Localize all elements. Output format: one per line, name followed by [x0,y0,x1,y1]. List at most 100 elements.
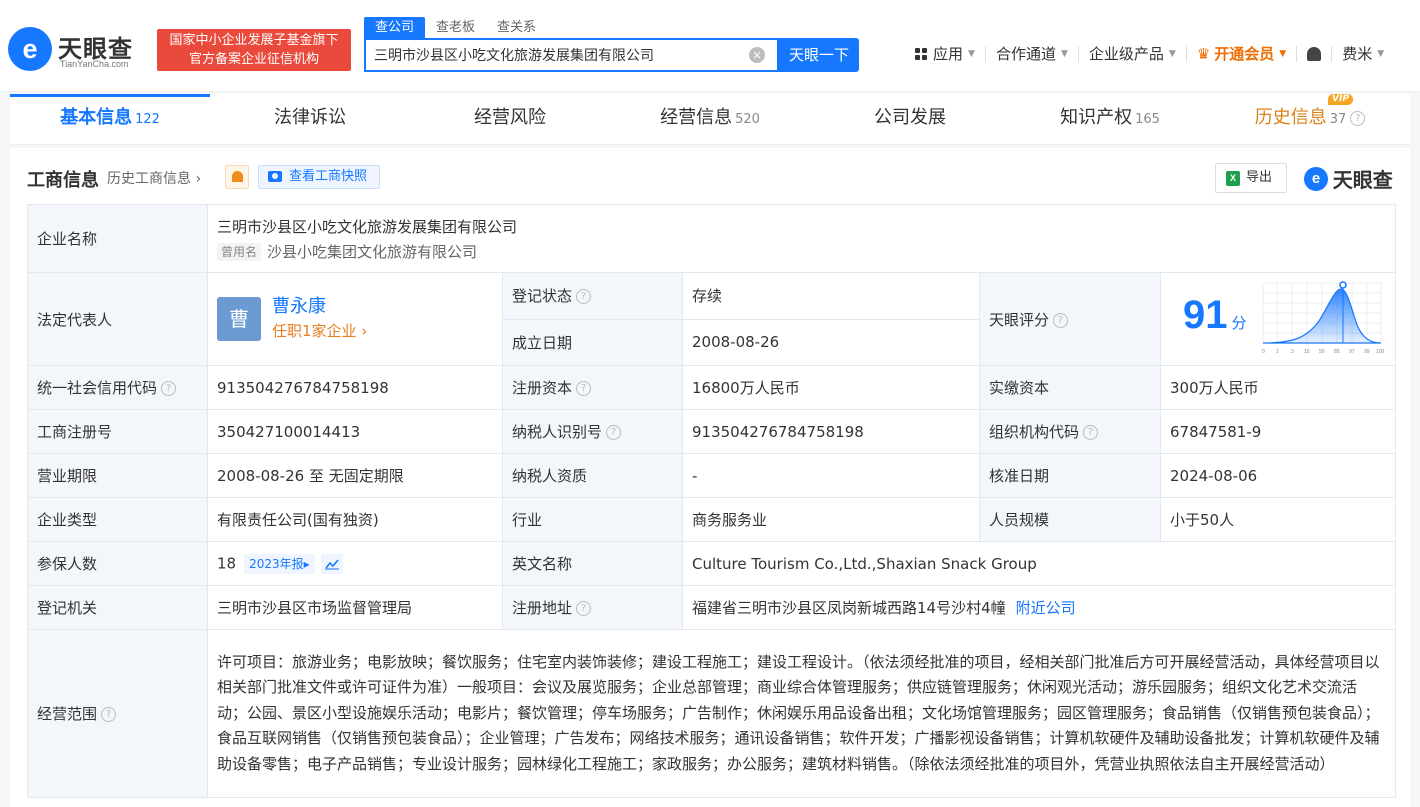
nav-apps-label: 应用 [933,45,964,63]
crown-icon: ♛ [1196,45,1211,63]
trend-chart-icon[interactable] [320,553,343,574]
table-row: 企业名称 三明市沙县区小吃文化旅游发展集团有限公司 曾用名 沙县小吃集团文化旅游有… [27,204,1397,273]
tab-count: 37 [1329,112,1347,127]
label-scope: 经营范围? [27,629,208,798]
search-box: × [364,38,779,72]
help-icon[interactable]: ? [101,707,117,722]
table-row: 工商注册号 350427100014413 纳税人识别号? 9135042767… [27,409,1397,454]
label-english: 英文名称 [502,541,683,586]
tab-risk[interactable]: 经营风险 [410,94,610,144]
value-company-name: 三明市沙县区小吃文化旅游发展集团有限公司 曾用名 沙县小吃集团文化旅游有限公司 [206,204,1397,273]
label-approve-date: 核准日期 [979,453,1161,498]
tab-label: 法律诉讼 [274,107,346,128]
clear-icon[interactable]: × [749,47,765,63]
export-button[interactable]: X 导出 [1215,163,1287,193]
business-info-panel: 工商信息 历史工商信息 › 查看工商快照 X 导出 e 天眼查 企业名称 三明市沙… [10,148,1410,807]
help-icon[interactable]: ? [1350,110,1366,126]
label-text: 注册地址 [512,599,573,617]
legal-sub-label: 任职1家企业 [272,322,357,340]
score-marker-dot [1339,281,1347,289]
help-icon[interactable]: ? [606,425,622,440]
chevron-down-icon: ▼ [1279,49,1287,59]
tick-label: 3 [1291,349,1294,355]
label-reg-status: 登记状态? [502,272,683,320]
value-found-date: 2008-08-26 [682,318,980,366]
nav-channels[interactable]: 合作通道 ▼ [986,46,1079,62]
tab-count: 165 [1135,112,1160,127]
search-tab-boss[interactable]: 查老板 [425,17,486,38]
vip-badge: VIP [1328,94,1353,105]
help-icon[interactable]: ? [576,601,592,616]
value-taxpayer-qual: - [682,453,980,498]
history-business-info-link[interactable]: 历史工商信息 › [107,168,201,188]
search-type-tabs: 查公司 查老板 查关系 [364,17,547,38]
tab-history[interactable]: 历史信息 37? VIP [1210,94,1410,144]
snapshot-label: 查看工商快照 [289,169,368,184]
value-insured: 18 2023年报▸ [207,541,503,586]
nav-vip-label: 开通会员 [1214,45,1275,63]
tick-label: 97 [1349,349,1355,355]
label-paid-capital: 实缴资本 [979,365,1161,410]
company-name: 三明市沙县区小吃文化旅游发展集团有限公司 [217,217,518,236]
top-header: e 天眼查 TianYanCha.com 国家中小企业发展子基金旗下 官方备案企… [0,0,1420,92]
label-insured: 参保人数 [27,541,208,586]
value-term: 2008-08-26 至 无固定期限 [207,453,503,498]
search-input[interactable] [374,40,734,70]
nav-enterprise[interactable]: 企业级产品 ▼ [1079,46,1187,62]
label-reg-capital: 注册资本? [502,365,683,410]
search-tab-company[interactable]: 查公司 [364,17,426,38]
score-value-wrap: 91 分 [1183,293,1247,338]
help-icon[interactable]: ? [576,381,592,396]
former-name-row: 曾用名 沙县小吃集团文化旅游有限公司 [217,240,1386,264]
tab-count: 122 [135,112,160,127]
logo-subtext: TianYanCha.com [60,59,129,69]
business-info-table: 企业名称 三明市沙县区小吃文化旅游发展集团有限公司 曾用名 沙县小吃集团文化旅游有… [27,204,1397,798]
score-distribution-chart: 0 1 3 15 50 85 97 99 100 [1262,281,1385,355]
tianyancha-logo[interactable]: e 天眼查 TianYanCha.com [8,27,150,73]
legal-rep-name-link[interactable]: 曹永康 [272,295,367,319]
nav-notifications[interactable] [1297,46,1333,62]
tab-operation[interactable]: 经营信息 520 [610,94,810,144]
table-row: 企业类型 有限责任公司(国有独资) 行业 商务服务业 人员规模 小于50人 [27,497,1397,542]
tick-label: 15 [1304,349,1310,355]
nav-channels-label: 合作通道 [995,45,1056,63]
table-row: 经营范围? 许可项目：旅游业务；电影放映；餐饮服务；住宅室内装饰装修；建设工程施… [27,629,1397,798]
nearby-companies-link[interactable]: 附近公司 [1016,599,1076,617]
score-widget: 91 分 0 1 3 15 50 85 97 99 100 [1161,273,1395,365]
tick-label: 100 [1376,349,1385,355]
chevron-right-icon: › [191,171,202,187]
help-icon[interactable]: ? [1083,425,1099,440]
year-label: 2023年报 [249,556,304,571]
search-tab-relation[interactable]: 查关系 [486,17,547,38]
tab-label: 基本信息 [60,107,133,128]
annual-report-year-select[interactable]: 2023年报▸ [244,553,315,574]
logo-eye-icon: e [8,27,52,71]
value-tax-id: 913504276784758198 [682,409,980,454]
bell-icon [1307,47,1322,61]
nav-apps[interactable]: 应用 ▼ [905,46,986,62]
tab-basic-info[interactable]: 基本信息 122 [10,94,210,144]
monitor-bell-button[interactable] [225,165,249,189]
help-icon[interactable]: ? [1053,312,1069,328]
caret-right-icon: ▸ [303,556,310,571]
chevron-down-icon: ▼ [1060,49,1068,59]
score-unit: 分 [1231,314,1247,332]
help-icon[interactable]: ? [576,289,592,305]
snapshot-button[interactable]: 查看工商快照 [258,165,380,189]
help-icon[interactable]: ? [161,381,177,396]
label-staff: 人员规模 [979,497,1161,542]
legal-rep-positions-link[interactable]: 任职1家企业 › [272,319,367,343]
nav-user[interactable]: 费米 ▼ [1332,46,1394,62]
label-address: 注册地址? [502,585,683,630]
tab-ip[interactable]: 知识产权 165 [1010,94,1210,144]
tab-legal[interactable]: 法律诉讼 [210,94,410,144]
grid-icon [915,47,928,61]
nav-vip[interactable]: ♛ 开通会员 ▼ [1187,45,1298,63]
value-score[interactable]: 91 分 0 1 3 15 50 85 97 99 100 [1159,272,1397,366]
tab-development[interactable]: 公司发展 [810,94,1010,144]
chevron-down-icon: ▼ [1168,49,1176,59]
value-reg-no: 350427100014413 [207,409,503,454]
tick-label: 50 [1319,349,1325,355]
search-button[interactable]: 天眼一下 [779,38,859,72]
value-approve-date: 2024-08-06 [1159,453,1397,498]
